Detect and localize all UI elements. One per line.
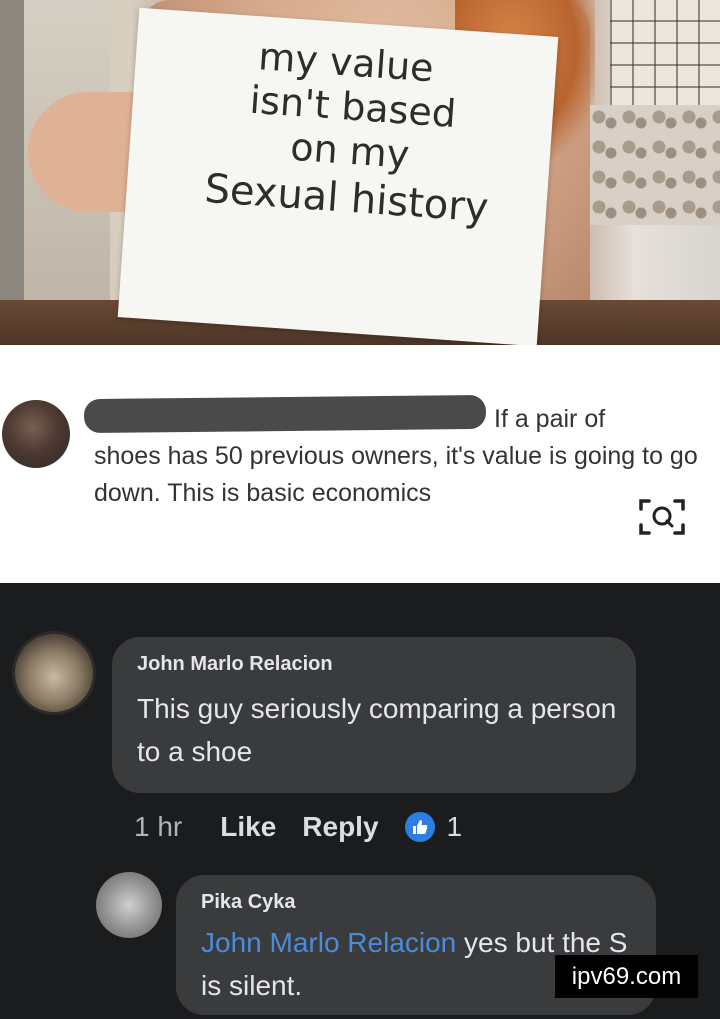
- comment-text: If a pair of shoes has 50 previous owner…: [94, 401, 714, 512]
- comment-text: This guy seriously comparing a person to…: [137, 693, 617, 767]
- photo-door: [0, 0, 24, 300]
- handwritten-sign: my value isn't based on my Sexual histor…: [117, 7, 559, 345]
- comment-thread: John Marlo Relacion This guy seriously c…: [0, 583, 720, 1019]
- comment-bubble: John Marlo Relacion This guy seriously c…: [112, 637, 636, 793]
- comment-author[interactable]: Pika Cyka: [201, 891, 296, 914]
- comment-text-body: shoes has 50 previous owners, it's value…: [94, 442, 698, 507]
- photo-window: [610, 0, 720, 110]
- comment-text-first-line: If a pair of: [494, 405, 606, 433]
- reply-button[interactable]: Reply: [302, 811, 378, 843]
- watermark: ipv69.com: [555, 955, 698, 998]
- meme-photo: my value isn't based on my Sexual histor…: [0, 0, 720, 345]
- thumbs-up-icon[interactable]: [404, 812, 435, 842]
- avatar[interactable]: [2, 400, 70, 468]
- visual-search-icon[interactable]: [637, 497, 687, 537]
- mention-link[interactable]: John Marlo Relacion: [201, 927, 456, 958]
- comment-author[interactable]: John Marlo Relacion: [137, 653, 333, 676]
- comment-actions: 1 hr Like Reply 1: [134, 807, 462, 847]
- photo-blanket: [590, 105, 720, 225]
- like-button[interactable]: Like: [220, 811, 276, 843]
- original-comment: If a pair of shoes has 50 previous owner…: [0, 345, 720, 583]
- avatar[interactable]: [12, 631, 96, 715]
- comment-timestamp[interactable]: 1 hr: [134, 811, 182, 843]
- avatar[interactable]: [96, 872, 162, 938]
- reaction-count[interactable]: 1: [447, 811, 463, 843]
